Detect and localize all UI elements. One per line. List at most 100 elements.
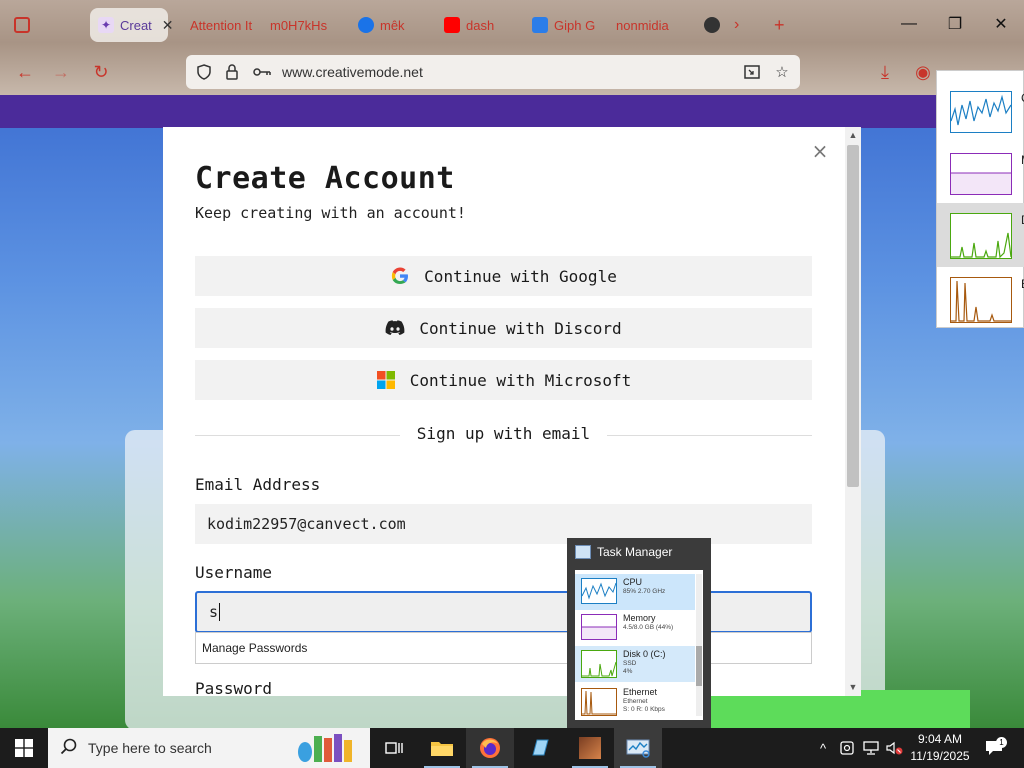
notepad-icon <box>532 739 549 756</box>
tab-actions-icon <box>14 17 30 33</box>
perf-item-memory[interactable]: M <box>937 143 1024 207</box>
clock-date: 11/19/2025 <box>910 749 970 763</box>
restore-icon: ❐ <box>947 16 963 33</box>
task-manager-button[interactable] <box>614 728 662 768</box>
tab-nonmidia[interactable]: nonmidia <box>608 8 692 42</box>
volume-button[interactable] <box>884 728 906 768</box>
disk-graph <box>581 650 617 678</box>
youtube-icon <box>444 17 460 33</box>
plus-icon: + <box>774 14 785 35</box>
site-banner <box>0 95 1024 128</box>
tab-label: dash <box>466 17 495 33</box>
task-view-icon <box>385 742 403 754</box>
text-caret <box>219 603 221 621</box>
modal-title: Create Account <box>195 161 455 196</box>
email-label: Email Address <box>195 475 321 494</box>
close-tab-icon[interactable]: ✕ <box>162 17 174 34</box>
firefox-button[interactable] <box>466 728 514 768</box>
clock-time: 9:04 AM <box>917 732 963 746</box>
tab-strip: ✦ Creat ✕ Attention It m0H7kHs mêk dash … <box>0 0 1024 48</box>
arrow-left-icon: ← <box>16 61 34 82</box>
back-button[interactable]: ← <box>12 60 38 84</box>
show-hidden-icons-button[interactable]: ^ <box>812 728 834 768</box>
continue-with-google-button[interactable]: Continue with Google <box>195 256 812 296</box>
username-field[interactable]: s <box>195 591 812 633</box>
continue-with-microsoft-button[interactable]: Continue with Microsoft <box>195 360 812 400</box>
modal-subtitle: Keep creating with an account! <box>195 204 466 222</box>
file-explorer-button[interactable] <box>418 728 466 768</box>
memory-graph <box>950 153 1012 195</box>
taskbar-search-box[interactable]: Type here to search <box>48 728 370 768</box>
tray-app-icon <box>840 741 854 755</box>
tab-label: Giph G <box>554 17 596 33</box>
address-bar[interactable]: www.creativemode.net ☆ <box>186 55 800 89</box>
notepad-button[interactable] <box>516 728 564 768</box>
gif-icon <box>532 17 548 33</box>
tm-row-stat: 85% 2.70 GHz <box>623 588 666 595</box>
task-manager-icon <box>575 545 591 559</box>
reload-button[interactable]: ↻ <box>88 60 114 84</box>
task-view-button[interactable] <box>370 728 418 768</box>
tab-github[interactable] <box>696 8 722 42</box>
continue-with-discord-button[interactable]: Continue with Discord <box>195 308 812 348</box>
sidebar-toggle[interactable] <box>6 8 34 42</box>
tab-m0h7khs[interactable]: m0H7kHs <box>262 8 342 42</box>
close-icon: × <box>811 139 829 163</box>
github-icon <box>704 17 720 33</box>
email-field[interactable]: kodim22957@canvect.com <box>195 504 812 544</box>
close-window-button[interactable]: ✕ <box>986 12 1016 36</box>
tm-row-name: Disk 0 (C:) <box>623 649 666 659</box>
maximize-button[interactable]: ❐ <box>940 12 970 36</box>
start-button[interactable] <box>0 728 48 768</box>
key-icon[interactable] <box>252 62 272 82</box>
ethernet-graph <box>581 688 617 716</box>
tray-app-button[interactable] <box>836 728 858 768</box>
tab-creativemode[interactable]: ✦ Creat ✕ <box>90 8 174 42</box>
tm-row-stat-line: SSD <box>623 660 637 667</box>
tm-row-stat: SSD 4% <box>623 660 636 676</box>
wand-icon: ✦ <box>98 17 114 33</box>
network-icon <box>863 741 879 755</box>
tm-row-stat: Ethernet S: 0 R: 0 Kbps <box>623 698 665 714</box>
tab-attention[interactable]: Attention It <box>182 8 262 42</box>
task-manager-thumbnail[interactable]: Task Manager CPU 85% 2.70 GHz Memory 4.5… <box>567 538 711 728</box>
close-icon: ✕ <box>994 16 1008 33</box>
minimize-button[interactable]: — <box>894 12 924 36</box>
scroll-up-icon[interactable]: ▲ <box>848 130 858 140</box>
close-modal-button[interactable]: × <box>810 139 830 163</box>
new-tab-button[interactable]: + <box>766 8 792 42</box>
forward-button[interactable]: → <box>48 60 74 84</box>
task-manager-preview: CPU 85% 2.70 GHz Memory 4.5/8.0 GB (44%)… <box>575 570 703 720</box>
action-center-button[interactable]: 1 <box>980 728 1008 768</box>
password-label: Password <box>195 679 273 696</box>
perf-item-disk[interactable]: D <box>937 203 1024 267</box>
network-button[interactable] <box>860 728 882 768</box>
tm-row-stat: 4.5/8.0 GB (44%) <box>623 624 674 631</box>
lock-icon[interactable] <box>222 62 242 82</box>
modal-scrollbar[interactable]: ▲ ▼ <box>845 127 861 696</box>
account-button[interactable]: ◉ <box>910 60 936 84</box>
perf-item-ethernet[interactable]: E <box>937 267 1024 331</box>
notification-count-badge: 1 <box>996 737 1007 748</box>
memory-graph <box>581 614 617 640</box>
volume-muted-icon <box>886 741 903 755</box>
minimize-icon: — <box>901 15 917 32</box>
downloads-button[interactable]: ⤓ <box>872 60 898 84</box>
task-manager-icon <box>626 739 650 758</box>
clock[interactable]: 9:04 AM 11/19/2025 <box>905 731 975 765</box>
tab-scroll-right[interactable]: › <box>726 8 750 42</box>
tab-giph[interactable]: Giph G <box>524 8 604 42</box>
picture-in-picture-icon[interactable] <box>742 62 762 82</box>
tab-dash[interactable]: dash <box>436 8 516 42</box>
tab-mek[interactable]: mêk <box>350 8 430 42</box>
shield-icon[interactable] <box>194 62 214 82</box>
tab-label: nonmidia <box>616 17 669 33</box>
bookmark-star-icon[interactable]: ☆ <box>772 62 792 82</box>
perf-item-cpu[interactable]: C <box>937 81 1024 145</box>
tm-row-ethernet: Ethernet Ethernet S: 0 R: 0 Kbps <box>575 684 695 720</box>
scroll-down-icon[interactable]: ▼ <box>848 682 858 692</box>
scrollbar-thumb[interactable] <box>847 145 859 487</box>
tm-row-stat-line: S: 0 R: 0 Kbps <box>623 706 665 713</box>
autocomplete-manage-passwords[interactable]: Manage Passwords <box>195 632 812 664</box>
game-app-button[interactable] <box>566 728 614 768</box>
